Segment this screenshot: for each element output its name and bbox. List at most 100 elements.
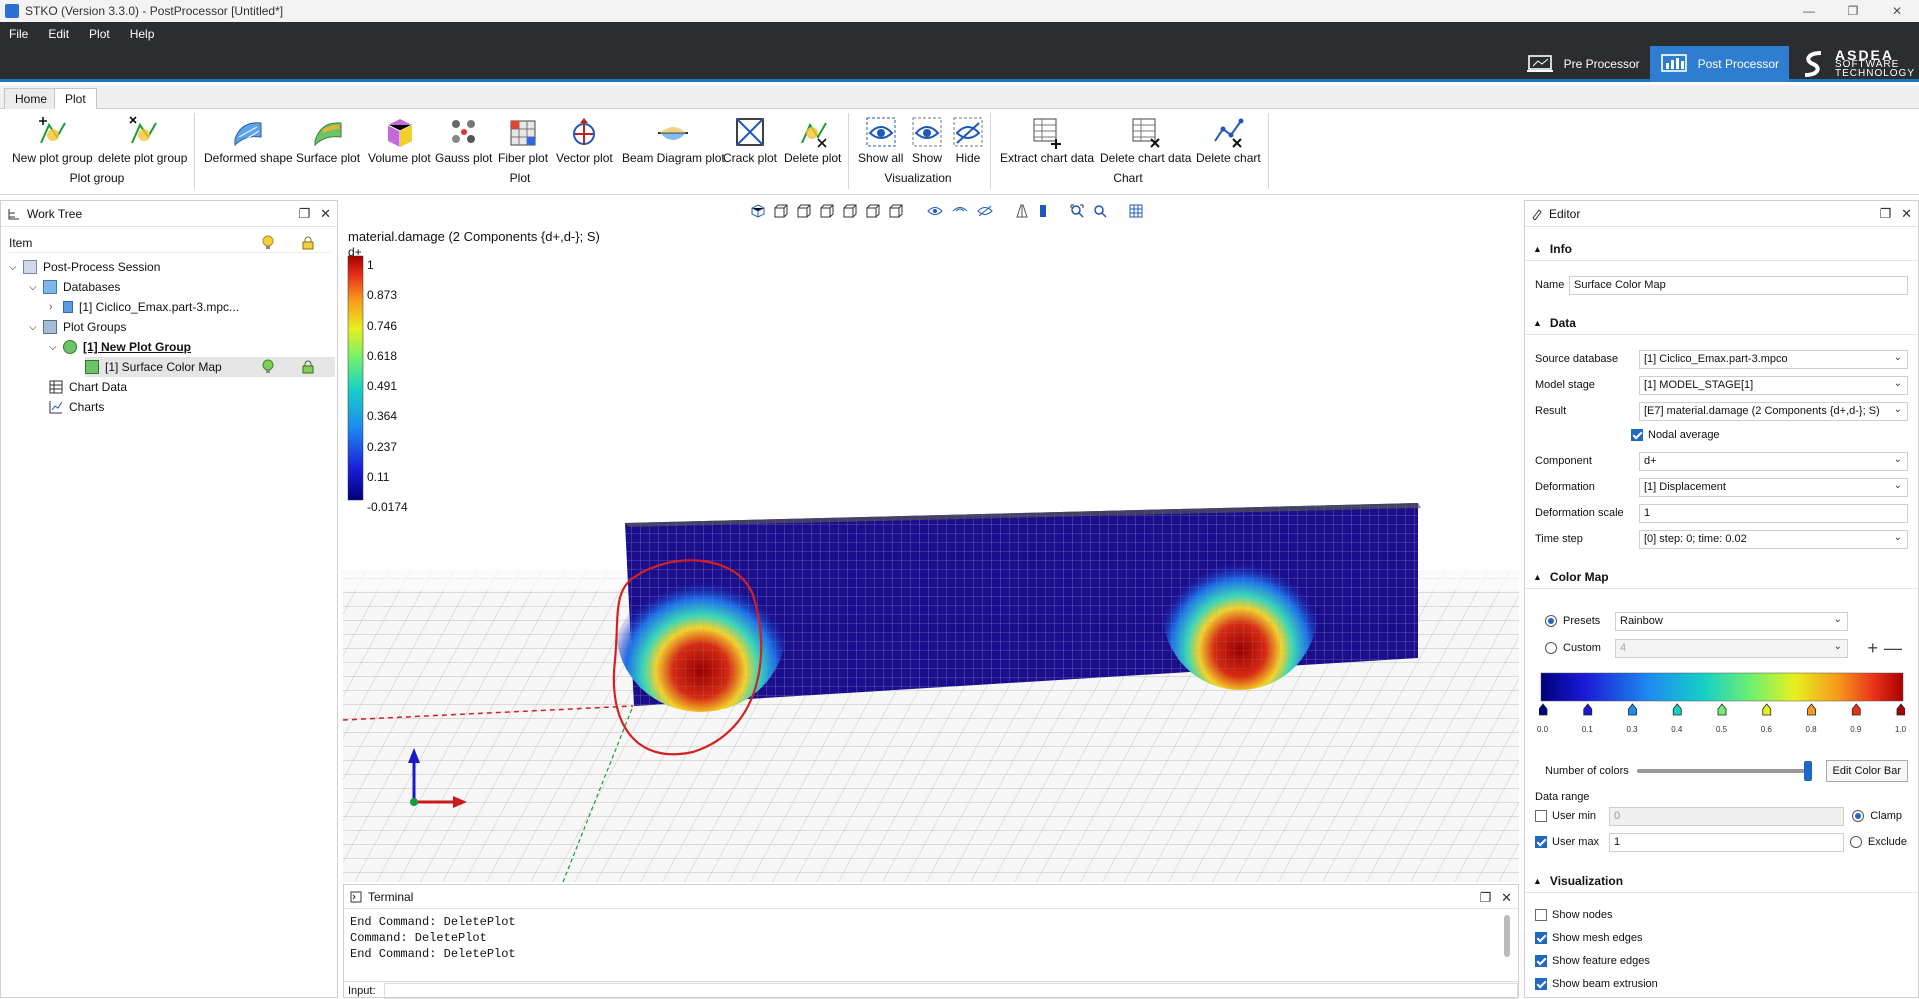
section-color-map[interactable]: ▲ Color Map — [1525, 565, 1918, 589]
clamp-radio[interactable] — [1852, 810, 1865, 822]
close-window-button[interactable]: ✕ — [1875, 0, 1919, 22]
tree-item-charts[interactable]: Charts — [49, 397, 104, 417]
section-info[interactable]: ▲ Info — [1525, 237, 1918, 261]
lock-icon[interactable] — [301, 236, 315, 250]
color-stop-marker[interactable] — [1762, 703, 1772, 716]
row-show-beam-extrusion[interactable]: Show beam extrusion — [1535, 974, 1908, 994]
new-plot-group-button[interactable]: New plot group — [12, 115, 93, 165]
deformation-select[interactable]: [1] Displacement ⌄ — [1639, 477, 1908, 497]
component-select[interactable]: d+ ⌄ — [1639, 451, 1908, 471]
lock-icon[interactable] — [301, 360, 315, 374]
float-panel-icon[interactable]: ❐ — [298, 206, 310, 222]
row-show-feature-edges[interactable]: Show feature edges — [1535, 951, 1908, 971]
show-beam-extrusion-checkbox[interactable] — [1535, 978, 1547, 990]
post-processor-button[interactable]: Post Processor — [1649, 46, 1789, 82]
row-show-nodes[interactable]: Show nodes — [1535, 905, 1908, 925]
crack-plot-button[interactable]: Crack plot — [723, 115, 777, 165]
time-step-select[interactable]: [0] step: 0; time: 0.02 ⌄ — [1639, 529, 1908, 549]
edit-color-bar-button[interactable]: Edit Color Bar — [1825, 760, 1908, 782]
source-database-select[interactable]: [1] Ciclico_Emax.part-3.mpco ⌄ — [1639, 349, 1908, 369]
collapse-icon[interactable]: ▲ — [1533, 244, 1542, 254]
close-panel-icon[interactable]: ✕ — [1501, 890, 1512, 906]
menu-edit[interactable]: Edit — [48, 27, 69, 41]
color-stop-marker[interactable] — [1717, 703, 1727, 716]
row-nodal-average[interactable]: Nodal average — [1631, 425, 1908, 445]
slider-thumb[interactable] — [1804, 761, 1812, 781]
visibility-bulb-icon[interactable] — [261, 235, 275, 251]
show-feature-edges-checkbox[interactable] — [1535, 955, 1547, 967]
color-stop-marker[interactable] — [1851, 703, 1861, 716]
surface-plot-button[interactable]: Surface plot — [296, 115, 360, 165]
3d-viewport[interactable]: material.damage (2 Components {d+,d-}; S… — [343, 200, 1519, 882]
show-mesh-edges-checkbox[interactable] — [1535, 932, 1547, 944]
chevron-down-icon[interactable]: ⌵ — [29, 282, 43, 293]
minimize-button[interactable]: — — [1787, 0, 1831, 22]
section-data[interactable]: ▲ Data — [1525, 311, 1918, 335]
tree-item-plot-groups[interactable]: ⌵ Plot Groups — [29, 317, 126, 337]
collapse-icon[interactable]: ▲ — [1533, 876, 1542, 886]
deformation-scale-input[interactable]: 1 — [1639, 503, 1908, 523]
custom-select[interactable]: 4 ⌄ — [1615, 638, 1848, 658]
float-panel-icon[interactable]: ❐ — [1479, 890, 1491, 906]
section-visualization[interactable]: ▲ Visualization — [1525, 869, 1918, 893]
user-min-input[interactable]: 0 — [1609, 806, 1844, 826]
tab-plot[interactable]: Plot — [54, 88, 97, 109]
menu-plot[interactable]: Plot — [89, 27, 110, 41]
vector-plot-button[interactable]: Vector plot — [556, 115, 613, 165]
float-panel-icon[interactable]: ❐ — [1879, 206, 1891, 222]
volume-plot-button[interactable]: Volume plot — [368, 115, 431, 165]
name-input[interactable]: Surface Color Map — [1569, 275, 1908, 295]
fiber-plot-button[interactable]: Fiber plot — [498, 115, 548, 165]
tree-item-databases[interactable]: ⌵ Databases — [29, 277, 120, 297]
pre-processor-button[interactable]: Pre Processor — [1516, 46, 1650, 82]
presets-radio[interactable] — [1545, 615, 1557, 627]
maximize-button[interactable]: ❐ — [1831, 0, 1875, 22]
color-stop-marker[interactable] — [1583, 703, 1593, 716]
color-stop-marker[interactable] — [1896, 703, 1905, 716]
user-max-checkbox[interactable] — [1535, 836, 1547, 848]
tree-item-database-file[interactable]: › [1] Ciclico_Emax.part-3.mpc... — [49, 297, 239, 317]
menu-help[interactable]: Help — [130, 27, 155, 41]
nodal-average-checkbox[interactable] — [1631, 429, 1643, 441]
model-stage-select[interactable]: [1] MODEL_STAGE[1] ⌄ — [1639, 375, 1908, 395]
exclude-radio[interactable] — [1849, 836, 1862, 848]
close-panel-icon[interactable]: ✕ — [1901, 206, 1912, 222]
beam-diagram-plot-button[interactable]: Beam Diagram plot — [622, 115, 725, 165]
remove-color-icon[interactable]: — — [1884, 638, 1902, 659]
collapse-icon[interactable]: ▲ — [1533, 318, 1542, 328]
collapse-icon[interactable]: ▲ — [1533, 572, 1542, 582]
delete-chart-button[interactable]: Delete chart — [1196, 115, 1261, 165]
user-max-input[interactable]: 1 — [1609, 832, 1844, 852]
close-panel-icon[interactable]: ✕ — [320, 206, 331, 222]
color-stop-marker[interactable] — [1539, 703, 1548, 716]
presets-select[interactable]: Rainbow ⌄ — [1615, 611, 1848, 631]
delete-chart-data-button[interactable]: Delete chart data — [1100, 115, 1191, 165]
chevron-down-icon[interactable]: ⌵ — [49, 342, 63, 353]
tree-item-session[interactable]: ⌵ Post-Process Session — [9, 257, 160, 277]
add-color-icon[interactable]: + — [1867, 638, 1878, 659]
tree-item-chart-data[interactable]: Chart Data — [49, 377, 127, 397]
tab-home[interactable]: Home — [4, 88, 59, 109]
extract-chart-data-button[interactable]: Extract chart data — [1000, 115, 1094, 165]
delete-plot-button[interactable]: Delete plot — [784, 115, 841, 165]
gauss-plot-button[interactable]: Gauss plot — [435, 115, 492, 165]
tree-item-plot-group[interactable]: ⌵ [1] New Plot Group — [49, 337, 191, 357]
chevron-down-icon[interactable]: ⌵ — [9, 262, 23, 273]
row-show-mesh-edges[interactable]: Show mesh edges — [1535, 928, 1908, 948]
user-min-checkbox[interactable] — [1535, 810, 1547, 822]
result-select[interactable]: [E7] material.damage (2 Components {d+,d… — [1639, 401, 1908, 421]
color-stop-marker[interactable] — [1672, 703, 1682, 716]
visibility-bulb-icon[interactable] — [261, 359, 275, 375]
number-of-colors-slider[interactable] — [1637, 761, 1812, 781]
deformed-shape-button[interactable]: Deformed shape — [204, 115, 293, 165]
show-nodes-checkbox[interactable] — [1535, 909, 1547, 921]
tree-item-surface-color-map[interactable]: [1] Surface Color Map — [85, 357, 335, 377]
delete-plot-group-button[interactable]: delete plot group — [98, 115, 187, 165]
custom-radio[interactable] — [1545, 642, 1557, 654]
show-all-button[interactable]: Show all — [858, 115, 903, 165]
color-stop-marker[interactable] — [1628, 703, 1637, 716]
show-button[interactable]: Show — [910, 115, 944, 165]
terminal-scrollbar[interactable] — [1504, 915, 1510, 957]
chevron-down-icon[interactable]: ⌵ — [29, 322, 43, 333]
chevron-right-icon[interactable]: › — [49, 301, 63, 313]
